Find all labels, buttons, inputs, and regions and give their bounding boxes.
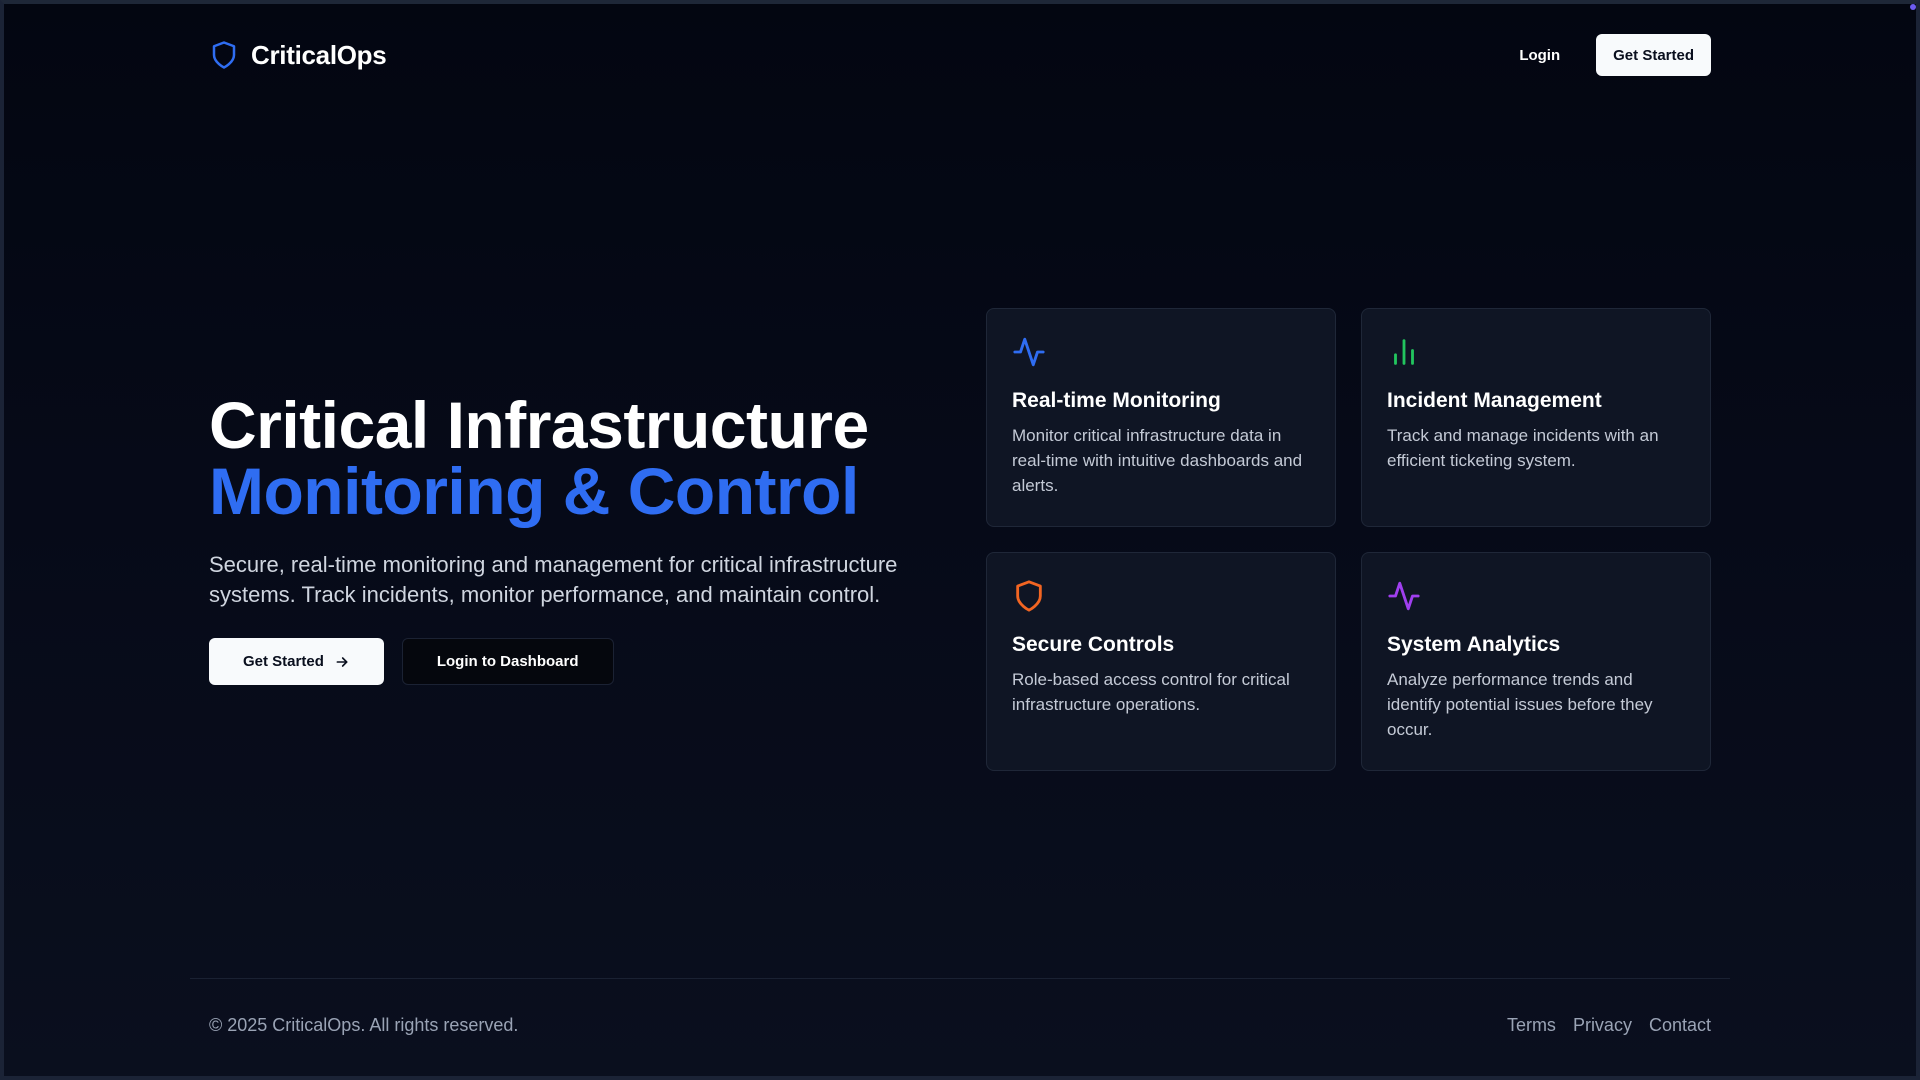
feature-card-system-analytics: System Analytics Analyze performance tre…	[1361, 552, 1711, 771]
feature-card-secure-controls: Secure Controls Role-based access contro…	[986, 552, 1336, 771]
footer: © 2025 CriticalOps. All rights reserved.…	[209, 1013, 1711, 1037]
footer-link-terms[interactable]: Terms	[1507, 1015, 1556, 1036]
feature-description: Monitor critical infrastructure data in …	[1012, 426, 1303, 495]
login-button[interactable]: Login	[1507, 39, 1572, 72]
shield-icon	[1012, 579, 1046, 613]
footer-links: Terms Privacy Contact	[1507, 1015, 1711, 1036]
feature-description: Role-based access control for critical i…	[1012, 670, 1290, 714]
hero-title-line1: Critical Infrastructure	[209, 388, 869, 462]
feature-title: System Analytics	[1387, 633, 1561, 656]
feature-title: Real-time Monitoring	[1012, 389, 1221, 412]
get-started-button[interactable]: Get Started	[1596, 34, 1711, 76]
footer-divider	[190, 978, 1730, 979]
hero-actions: Get Started Login to Dashboard	[209, 638, 949, 685]
feature-grid: Real-time Monitoring Monitor critical in…	[986, 308, 1711, 771]
activity-icon	[1387, 579, 1421, 613]
feature-card-realtime-monitoring: Real-time Monitoring Monitor critical in…	[986, 308, 1336, 527]
status-dot	[1910, 4, 1916, 10]
hero-get-started-label: Get Started	[243, 653, 324, 670]
feature-description: Analyze performance trends and identify …	[1387, 670, 1653, 739]
login-to-dashboard-button[interactable]: Login to Dashboard	[401, 638, 614, 685]
hero-get-started-button[interactable]: Get Started	[209, 638, 384, 685]
feature-card-incident-management: Incident Management Track and manage inc…	[1361, 308, 1711, 527]
arrow-right-icon	[334, 654, 350, 670]
feature-description: Track and manage incidents with an effic…	[1387, 426, 1659, 470]
hero-subtitle: Secure, real-time monitoring and managem…	[209, 552, 898, 607]
top-nav: CriticalOps Login Get Started	[209, 34, 1711, 76]
shield-icon	[209, 40, 239, 70]
footer-link-contact[interactable]: Contact	[1649, 1015, 1711, 1036]
activity-icon	[1012, 335, 1046, 369]
brand-name: CriticalOps	[251, 39, 387, 70]
footer-link-privacy[interactable]: Privacy	[1573, 1015, 1632, 1036]
feature-title: Incident Management	[1387, 389, 1602, 412]
bar-chart-icon	[1387, 335, 1421, 369]
brand-logo[interactable]: CriticalOps	[209, 39, 387, 71]
header-actions: Login Get Started	[1507, 34, 1711, 76]
feature-title: Secure Controls	[1012, 633, 1175, 656]
hero-section: Critical Infrastructure Monitoring & Con…	[209, 392, 949, 685]
hero-title: Critical Infrastructure Monitoring & Con…	[209, 392, 949, 524]
copyright-text: © 2025 CriticalOps. All rights reserved.	[209, 1014, 519, 1035]
hero-title-line2: Monitoring & Control	[209, 454, 859, 528]
